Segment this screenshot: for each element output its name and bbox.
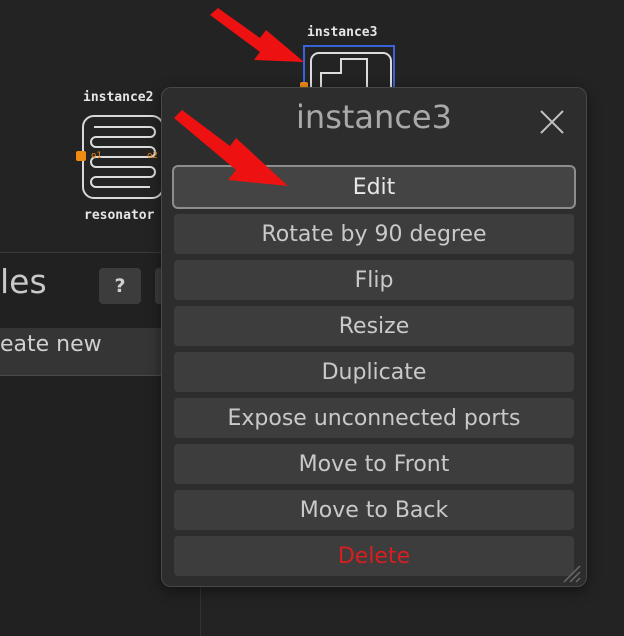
dialog-title: instance3 [296, 98, 452, 136]
help-button[interactable]: ? [99, 268, 141, 304]
delete-button[interactable]: Delete [174, 536, 574, 576]
panel-title: les [0, 262, 47, 301]
dialog-resize-handle[interactable] [560, 562, 582, 584]
instance2-label: instance2 [83, 90, 154, 105]
close-icon [540, 110, 564, 134]
close-button[interactable] [534, 104, 570, 140]
create-new-label: eate new [0, 332, 102, 357]
expose-ports-button[interactable]: Expose unconnected ports [174, 398, 574, 438]
flip-button[interactable]: Flip [174, 260, 574, 300]
move-front-button[interactable]: Move to Front [174, 444, 574, 484]
resize-grip-icon [563, 565, 581, 583]
instance2-port-left[interactable] [76, 151, 86, 161]
instance3-label: instance3 [307, 25, 378, 40]
instance2-sublabel: resonator [84, 208, 155, 223]
resize-button[interactable]: Resize [174, 306, 574, 346]
red-arrow-icon [210, 8, 304, 62]
edit-button[interactable]: Edit [172, 165, 576, 209]
move-back-button[interactable]: Move to Back [174, 490, 574, 530]
port-label-o2: o2 [147, 151, 158, 161]
duplicate-button[interactable]: Duplicate [174, 352, 574, 392]
rotate-button[interactable]: Rotate by 90 degree [174, 214, 574, 254]
app-canvas: instance2 o1 o2 resonator instance3 les … [0, 0, 624, 636]
port-label-o1: o1 [91, 151, 102, 161]
